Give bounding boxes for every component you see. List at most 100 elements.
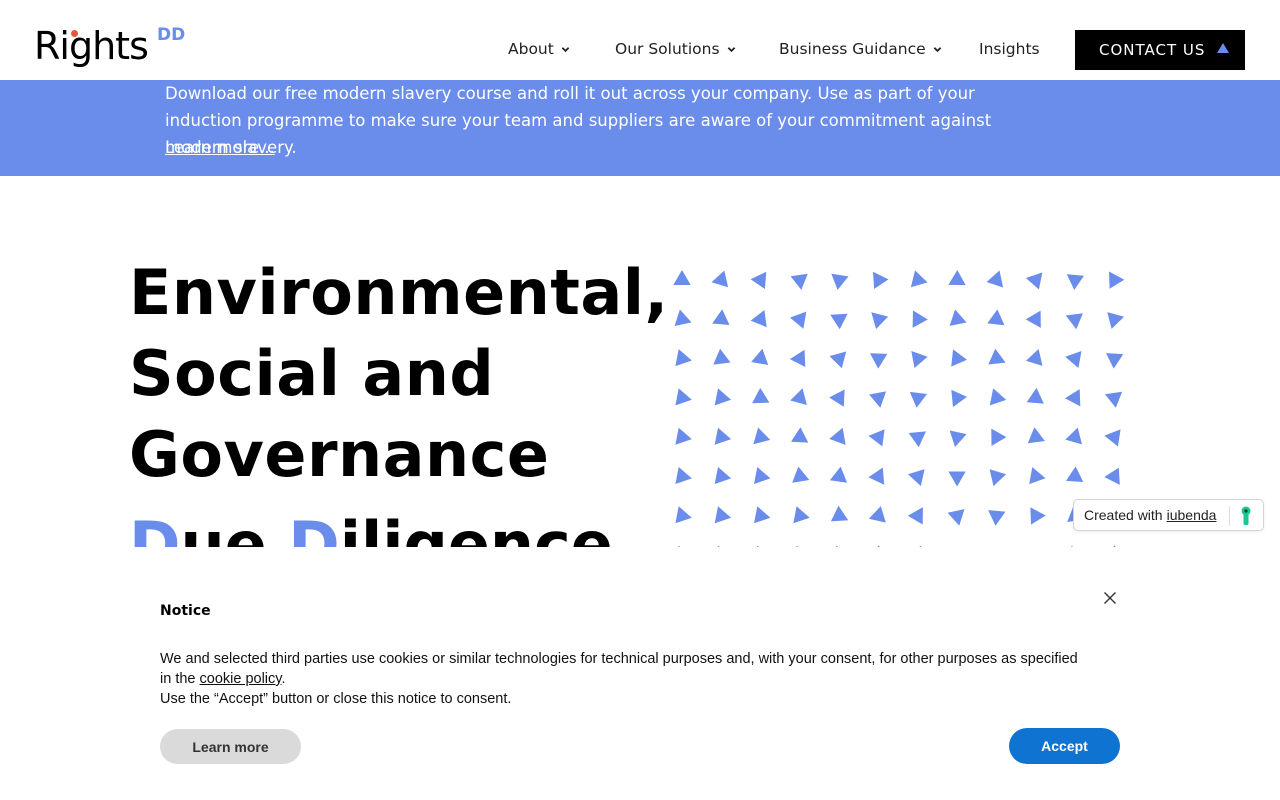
pattern-triangle [714,506,732,524]
pattern-triangle [793,506,810,524]
pattern-triangle [1106,353,1124,369]
pattern-triangle [868,429,885,447]
notice-body-text: We and selected third parties use cookie… [160,651,1078,687]
hero-line4-part: ue [180,508,289,547]
nav-insights[interactable]: Insights [979,40,1040,58]
pattern-triangle [870,353,888,369]
pattern-triangle [711,270,729,288]
pattern-triangle [789,349,806,367]
nav-business-guidance[interactable]: Business Guidance [779,40,942,58]
pattern-triangle [829,427,846,445]
pattern-triangle [1065,389,1081,407]
chevron-down-icon [727,46,735,52]
contact-us-button[interactable]: CONTACT US [1075,30,1245,70]
chevron-down-icon [561,46,570,52]
iubenda-link[interactable]: iubenda [1167,507,1217,523]
triangle-pattern-graphic [673,270,1125,547]
pattern-triangle [986,270,1004,288]
nav-about-label: About [508,40,554,58]
pattern-triangle [751,348,769,365]
pattern-triangle [713,348,731,365]
iubenda-keyhole-icon [1241,506,1251,525]
pattern-triangle [1104,467,1120,485]
hero-title-line-4: Due Diligence [129,504,613,547]
pattern-triangle [754,506,771,524]
pattern-triangle [675,349,692,367]
nav-insights-label: Insights [979,40,1040,58]
pattern-triangle [1104,429,1121,447]
pattern-triangle [871,312,889,329]
pattern-triangle [1026,387,1044,404]
promo-banner: Download our free modern slavery course … [0,80,1280,176]
pattern-triangle [829,466,848,483]
pattern-triangle [712,309,730,325]
pattern-triangle [1105,391,1123,408]
pattern-triangle [912,310,928,328]
pattern-triangle [1029,467,1046,485]
pattern-triangle [829,351,847,369]
cookie-notice: Notice We and selected third parties use… [0,547,1280,800]
pattern-triangle [754,467,771,484]
pattern-triangle [750,310,767,328]
pattern-triangle [1026,349,1043,366]
nav-about[interactable]: About [508,40,570,58]
banner-text: Download our free modern slavery course … [165,84,992,157]
pattern-triangle [948,270,966,286]
pattern-triangle [714,388,732,406]
nav-our-solutions[interactable]: Our Solutions [615,40,736,58]
pattern-triangle [947,509,965,526]
accept-button[interactable]: Accept [1009,728,1120,764]
pattern-triangle [911,351,928,368]
notice-body-text: . [281,671,286,687]
pattern-triangle [949,309,967,326]
pattern-triangle [949,430,967,447]
pattern-triangle [1030,507,1046,525]
pattern-triangle [830,313,848,330]
hero-title: Environmental, Social and Governance [129,252,689,495]
chevron-down-icon [933,46,941,52]
pattern-triangle [1025,310,1041,328]
close-icon[interactable] [1103,591,1117,605]
contact-us-label: CONTACT US [1099,41,1206,59]
pattern-triangle [1109,271,1125,289]
pattern-triangle [675,467,692,484]
pattern-triangle [988,510,1006,526]
pattern-triangle [988,348,1006,365]
learn-more-button[interactable]: Learn more [160,729,301,764]
iubenda-prefix: Created with [1084,507,1163,523]
pattern-triangle [829,389,845,407]
pattern-triangle [991,428,1007,446]
pattern-triangle [750,271,767,289]
hero-title-line-1: Environmental, [129,256,669,329]
pattern-triangle [948,471,966,487]
notice-body: We and selected third parties use cookie… [160,649,1090,709]
pattern-triangle [1066,274,1084,290]
pattern-triangle [791,427,809,443]
pattern-triangle [674,309,692,326]
hero-title-line-3: Governance [129,418,550,491]
iubenda-badge[interactable]: Created with iubenda [1073,499,1264,531]
nav-our-solutions-label: Our Solutions [615,40,720,58]
pattern-triangle [714,427,732,445]
pattern-triangle [1025,272,1043,290]
pattern-triangle [1107,312,1124,329]
pattern-triangle [675,427,692,445]
pattern-triangle [790,388,807,405]
pattern-triangle [987,309,1005,326]
pattern-triangle [673,270,691,285]
site-header: Rights DD About Our Solutions Business G… [0,0,1280,80]
pattern-triangle [830,505,849,522]
notice-title: Notice [160,603,211,619]
pattern-triangle [868,467,885,485]
pattern-triangle [1027,427,1045,444]
cookie-policy-link[interactable]: cookie policy [200,671,282,687]
pattern-triangle [792,466,810,483]
hero-accent-letter: D [129,508,181,547]
pattern-triangle [790,311,807,329]
triangle-icon [1217,43,1229,53]
banner-learn-more-link[interactable]: Learn more... [165,134,275,161]
pattern-triangle [752,387,770,404]
logo-superscript: DD [157,25,186,45]
pattern-triangle [951,389,967,407]
pattern-triangle [868,506,886,523]
